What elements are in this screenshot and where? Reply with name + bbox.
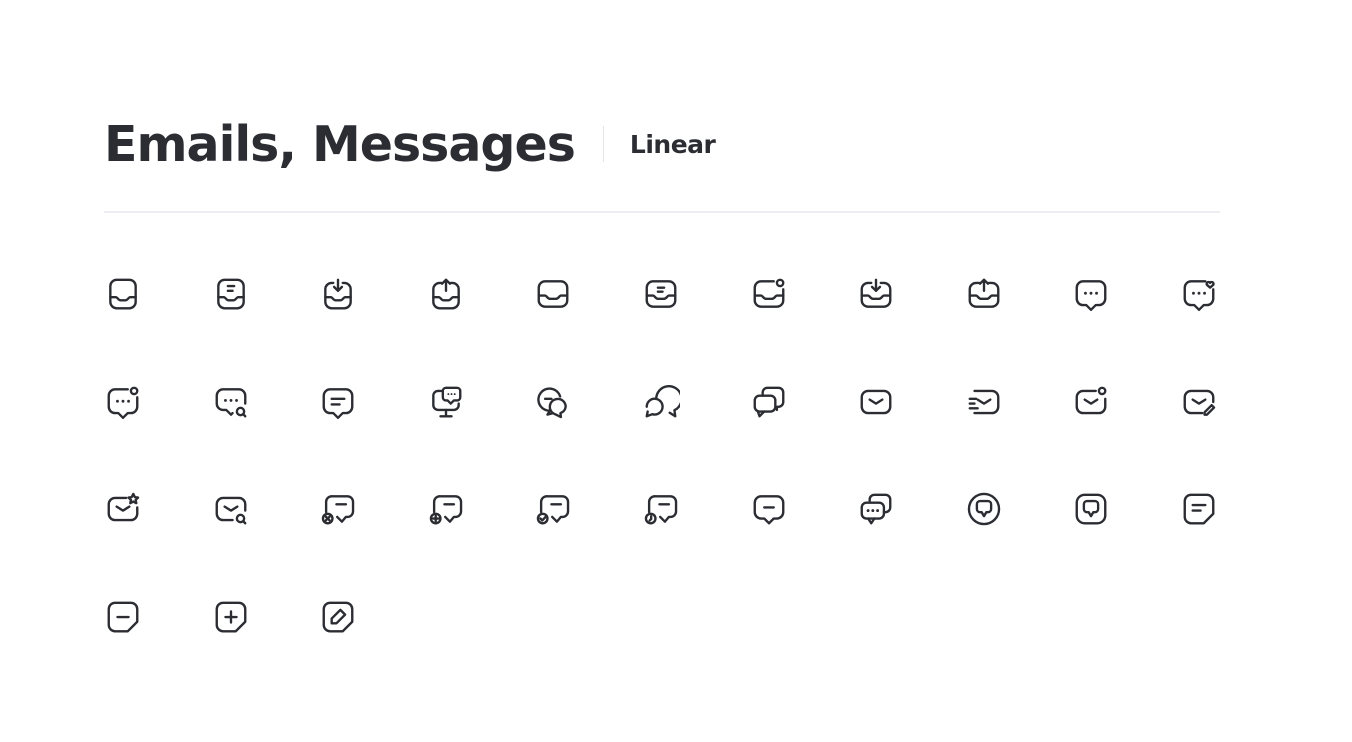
chat-round-circle-icon[interactable] <box>965 490 1003 528</box>
chats-round-line-icon[interactable] <box>534 383 572 421</box>
notes-icon[interactable] <box>1180 490 1218 528</box>
icon-cell <box>642 275 750 383</box>
icon-cell <box>212 490 320 598</box>
chats-square-icon[interactable] <box>750 383 788 421</box>
letter-fast-icon[interactable] <box>965 383 1003 421</box>
icon-cell <box>857 383 965 491</box>
icon-cell <box>642 490 750 598</box>
icon-cell <box>1180 490 1288 598</box>
letter-icon[interactable] <box>857 383 895 421</box>
icon-grid <box>104 275 1288 705</box>
section-divider <box>104 211 1220 213</box>
icon-cell <box>427 383 535 491</box>
icon-cell <box>750 490 858 598</box>
chat-dots-icon[interactable] <box>1072 275 1110 313</box>
icon-cell <box>104 490 212 598</box>
monitor-chat-icon[interactable] <box>427 383 465 421</box>
tray-out-icon[interactable] <box>965 275 1003 313</box>
icon-cell <box>965 490 1073 598</box>
tray-text-icon[interactable] <box>642 275 680 313</box>
square-plus-icon[interactable] <box>212 598 250 636</box>
inbox-text-icon[interactable] <box>212 275 250 313</box>
icon-cell <box>750 383 858 491</box>
square-minus-icon[interactable] <box>104 598 142 636</box>
letter-edit-icon[interactable] <box>1180 383 1218 421</box>
tray-icon[interactable] <box>534 275 572 313</box>
icon-cell <box>427 275 535 383</box>
icon-cell <box>642 383 750 491</box>
chat-dots-search-icon[interactable] <box>212 383 250 421</box>
chat-dots-heart-icon[interactable] <box>1180 275 1218 313</box>
inbox-in-icon[interactable] <box>319 275 357 313</box>
icon-cell <box>965 383 1073 491</box>
inbox-out-icon[interactable] <box>427 275 465 313</box>
square-pen-icon[interactable] <box>319 598 357 636</box>
icon-cell <box>857 490 965 598</box>
icon-cell <box>534 490 642 598</box>
icon-cell <box>1072 490 1180 598</box>
icon-cell <box>1180 383 1288 491</box>
tray-notification-icon[interactable] <box>750 275 788 313</box>
icon-cell <box>427 490 535 598</box>
page-title: Emails, Messages <box>104 115 576 173</box>
icon-cell <box>965 275 1073 383</box>
chat-line-add-icon[interactable] <box>427 490 465 528</box>
icon-cell <box>319 383 427 491</box>
chat-line-check-icon[interactable] <box>534 490 572 528</box>
chat-line-icon[interactable] <box>750 490 788 528</box>
letter-star-icon[interactable] <box>104 490 142 528</box>
icon-cell <box>212 275 320 383</box>
style-label: Linear <box>629 129 716 159</box>
icon-cell <box>319 275 427 383</box>
icon-cell <box>104 275 212 383</box>
inbox-icon[interactable] <box>104 275 142 313</box>
icon-cell <box>212 383 320 491</box>
chat-line-remove-icon[interactable] <box>319 490 357 528</box>
chat-round-square-icon[interactable] <box>1072 490 1110 528</box>
chat-line-clock-icon[interactable] <box>642 490 680 528</box>
tray-in-icon[interactable] <box>857 275 895 313</box>
icon-cell <box>319 598 427 706</box>
icon-cell <box>750 275 858 383</box>
chat-lines-icon[interactable] <box>319 383 357 421</box>
icon-cell <box>212 598 320 706</box>
chats-round-icon[interactable] <box>642 383 683 421</box>
letter-search-icon[interactable] <box>212 490 250 528</box>
icon-cell <box>857 275 965 383</box>
icon-cell <box>1072 383 1180 491</box>
icon-cell <box>319 490 427 598</box>
icon-cell <box>534 383 642 491</box>
icon-cell <box>1180 275 1288 383</box>
page-header: Emails, Messages Linear <box>104 112 716 176</box>
letter-notification-icon[interactable] <box>1072 383 1110 421</box>
icon-cell <box>1072 275 1180 383</box>
icon-cell <box>104 598 212 706</box>
chat-dots-notification-icon[interactable] <box>104 383 142 421</box>
header-divider <box>602 126 604 162</box>
icon-cell <box>104 383 212 491</box>
chats-dots-icon[interactable] <box>857 490 895 528</box>
icon-cell <box>534 275 642 383</box>
